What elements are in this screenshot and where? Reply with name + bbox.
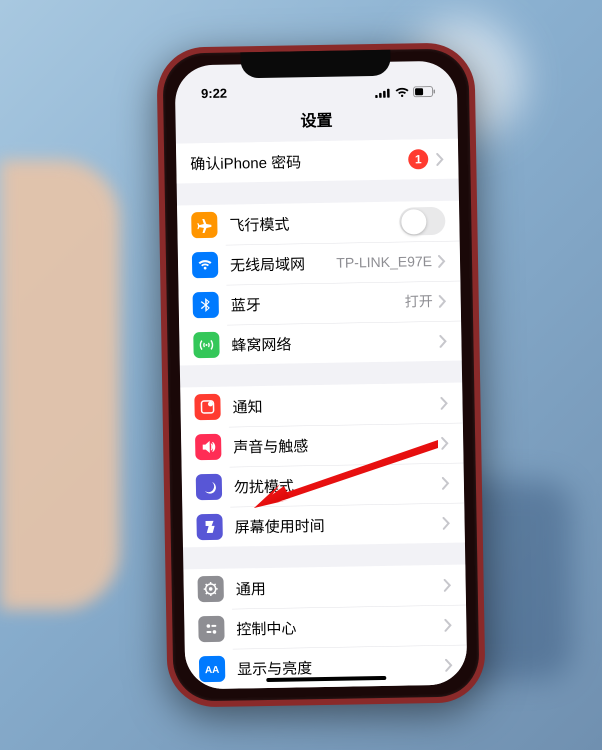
settings-list[interactable]: 确认iPhone 密码 1 飞行模式 无线局域网 TP-LINK_E97E (176, 139, 467, 690)
row-detail: TP-LINK_E97E (336, 253, 432, 271)
row-label: 声音与触感 (233, 432, 441, 457)
row-label: 无线局域网 (230, 252, 337, 275)
wifi-status-icon (395, 87, 409, 97)
row-control-center[interactable]: 控制中心 (184, 605, 467, 650)
airplane-icon (191, 212, 217, 238)
row-confirm-passcode[interactable]: 确认iPhone 密码 1 (176, 139, 459, 184)
control-center-icon (198, 616, 224, 642)
screen: 9:22 设置 确认iPhone 密码 1 (175, 61, 468, 690)
row-label: 控制中心 (236, 614, 444, 639)
row-label: 显示与亮度 (237, 654, 445, 679)
chevron-right-icon (442, 476, 450, 489)
row-airplane-mode[interactable]: 飞行模式 (177, 201, 460, 246)
screentime-icon (196, 514, 222, 540)
row-detail: 打开 (405, 291, 433, 311)
signal-icon (375, 87, 391, 97)
sounds-icon (195, 434, 221, 460)
cellular-icon (193, 332, 219, 358)
row-screentime[interactable]: 屏幕使用时间 (182, 503, 465, 548)
row-sounds[interactable]: 声音与触感 (181, 423, 464, 468)
row-dnd[interactable]: 勿扰模式 (182, 463, 465, 508)
chevron-right-icon (445, 658, 453, 671)
chevron-right-icon (441, 436, 449, 449)
group-alerts: 通知 声音与触感 勿扰模式 屏幕使用时间 (180, 383, 465, 548)
chevron-right-icon (440, 396, 448, 409)
svg-text:AA: AA (205, 665, 220, 676)
row-label: 屏幕使用时间 (234, 512, 442, 537)
battery-icon (413, 86, 435, 97)
chevron-right-icon (444, 618, 452, 631)
row-display[interactable]: AA 显示与亮度 (185, 644, 468, 689)
row-label: 飞行模式 (229, 211, 399, 235)
chevron-right-icon (444, 578, 452, 591)
row-cellular[interactable]: 蜂窝网络 (179, 321, 462, 366)
group-system: 通用 控制中心 AA 显示与亮度 辅助功能 (183, 565, 467, 690)
badge-count: 1 (408, 149, 428, 169)
row-label: 蓝牙 (231, 291, 405, 315)
row-label: 确认iPhone 密码 (190, 149, 408, 174)
row-label: 通知 (232, 392, 440, 417)
general-icon (197, 576, 223, 602)
airplane-toggle[interactable] (399, 207, 445, 236)
phone-frame: 9:22 设置 确认iPhone 密码 1 (156, 42, 485, 707)
wifi-icon (192, 252, 218, 278)
dnd-icon (196, 474, 222, 500)
row-label: 蜂窝网络 (231, 330, 439, 355)
page-title: 设置 (175, 99, 458, 144)
display-icon: AA (199, 656, 225, 682)
row-label: 通用 (236, 574, 444, 599)
chevron-right-icon (438, 254, 446, 267)
chevron-right-icon (439, 334, 447, 347)
chevron-right-icon (436, 152, 444, 165)
row-wifi[interactable]: 无线局域网 TP-LINK_E97E (178, 241, 461, 286)
row-label: 勿扰模式 (234, 472, 442, 497)
chevron-right-icon (442, 516, 450, 529)
row-bluetooth[interactable]: 蓝牙 打开 (178, 281, 461, 326)
notch (240, 50, 390, 79)
group-network: 飞行模式 无线局域网 TP-LINK_E97E 蓝牙 打开 (177, 201, 462, 366)
notifications-icon (194, 394, 220, 420)
row-notifications[interactable]: 通知 (180, 383, 463, 428)
bluetooth-icon (193, 292, 219, 318)
status-indicators (375, 86, 435, 98)
group-passcode: 确认iPhone 密码 1 (176, 139, 459, 184)
status-time: 9:22 (201, 86, 227, 101)
chevron-right-icon (439, 294, 447, 307)
row-general[interactable]: 通用 (183, 565, 466, 610)
